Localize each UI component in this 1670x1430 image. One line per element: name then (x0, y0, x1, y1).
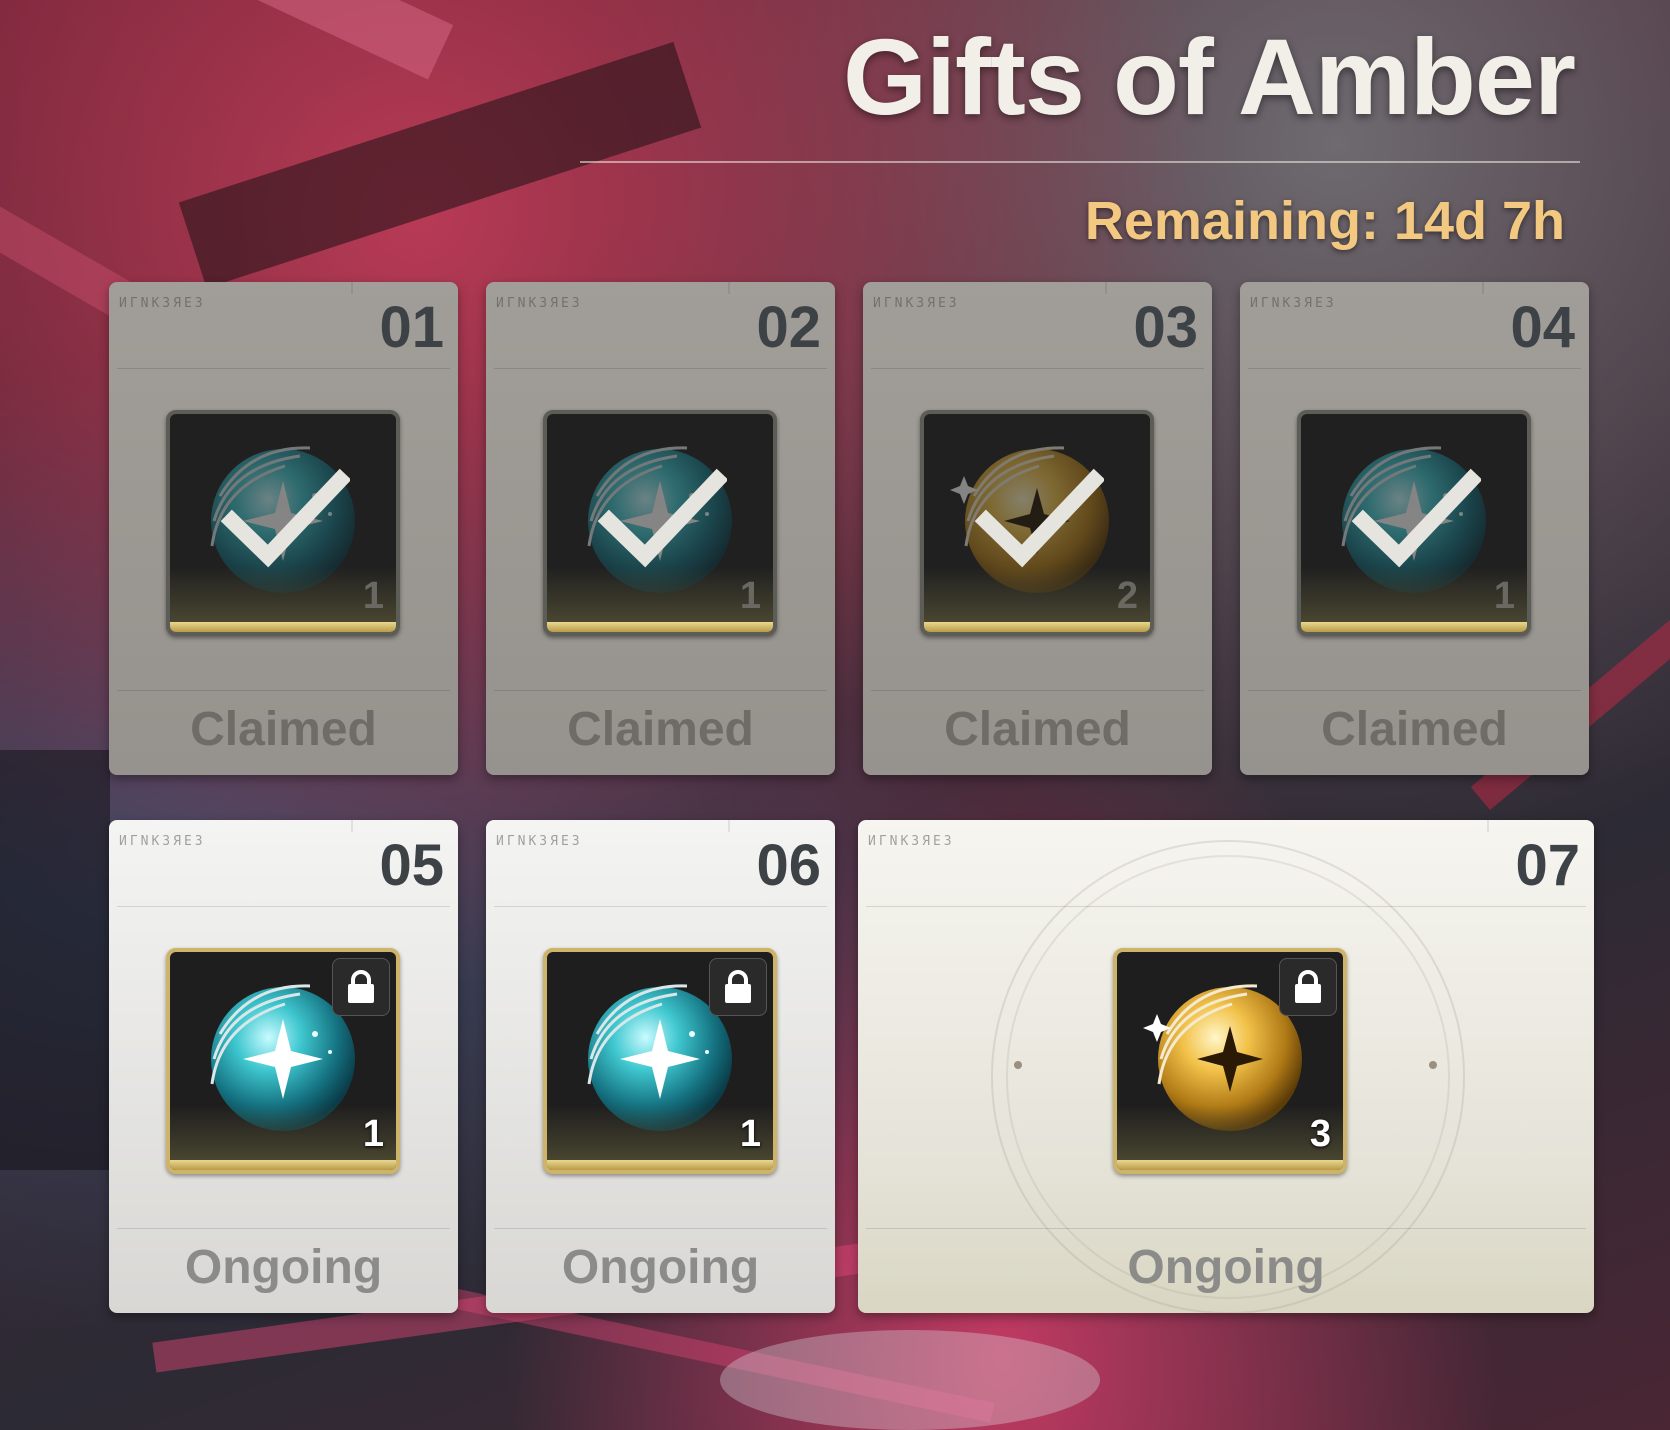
card-number: 05 (379, 833, 444, 898)
reward-slot[interactable]: 1 (543, 948, 777, 1174)
card-glyphs: ИГNКЗЯЕЗ (119, 296, 206, 311)
reward-card-04[interactable]: ИГNКЗЯЕЗ 04 1 Claimed (1240, 282, 1589, 775)
card-number: 03 (1133, 295, 1198, 360)
checkmark-icon (220, 468, 350, 568)
card-number: 06 (756, 833, 821, 898)
card-glyphs: ИГNКЗЯЕЗ (1250, 296, 1337, 311)
checkmark-icon (1351, 468, 1481, 568)
card-number: 01 (379, 295, 444, 360)
lock-icon (709, 958, 767, 1016)
card-status: Ongoing (1127, 1241, 1325, 1294)
reward-slot[interactable]: 2 (920, 410, 1154, 636)
reward-quantity: 1 (362, 1113, 384, 1155)
card-status: Ongoing (561, 1241, 760, 1294)
checkmark-icon (974, 468, 1104, 568)
checkmark-icon (597, 468, 727, 568)
reward-card-05[interactable]: ИГNКЗЯЕЗ 05 1 Ongoing (109, 820, 458, 1313)
reward-card-02[interactable]: ИГNКЗЯЕЗ 02 1 Claimed (486, 282, 835, 775)
reward-quantity: 1 (1493, 575, 1515, 617)
reward-slot[interactable]: 3 (1113, 948, 1347, 1174)
reward-quantity: 2 (1116, 575, 1138, 617)
card-number: 07 (1515, 833, 1580, 898)
card-number: 02 (756, 295, 821, 360)
card-glyphs: ИГNКЗЯЕЗ (119, 834, 206, 849)
reward-slot[interactable]: 1 (543, 410, 777, 636)
reward-slot[interactable]: 1 (166, 948, 400, 1174)
reward-slot[interactable]: 1 (1297, 410, 1531, 636)
reward-quantity: 1 (739, 575, 761, 617)
ring-dot (1014, 1061, 1022, 1069)
card-glyphs: ИГNКЗЯЕЗ (496, 834, 583, 849)
reward-slot[interactable]: 1 (166, 410, 400, 636)
card-glyphs: ИГNКЗЯЕЗ (868, 834, 955, 849)
card-glyphs: ИГNКЗЯЕЗ (496, 296, 583, 311)
card-status: Claimed (1321, 703, 1508, 756)
card-glyphs: ИГNКЗЯЕЗ (873, 296, 960, 311)
page-title: Gifts of Amber (842, 16, 1576, 137)
reward-card-07[interactable]: ИГNКЗЯЕЗ 07 3 Ongoing (858, 820, 1594, 1313)
reward-card-01[interactable]: ИГNКЗЯЕЗ 01 1 Claimed (109, 282, 458, 775)
lock-icon (332, 958, 390, 1016)
remaining-time: Remaining: 14d 7h (1084, 191, 1565, 251)
card-status: Claimed (944, 703, 1131, 756)
lock-icon (1279, 958, 1337, 1016)
card-status: Claimed (567, 703, 754, 756)
reward-quantity: 1 (362, 575, 384, 617)
reward-quantity: 3 (1309, 1113, 1331, 1155)
card-number: 04 (1510, 295, 1575, 360)
reward-card-06[interactable]: ИГNКЗЯЕЗ 06 1 Ongoing (486, 820, 835, 1313)
title-divider (580, 161, 1580, 163)
reward-quantity: 1 (739, 1113, 761, 1155)
ring-dot (1429, 1061, 1437, 1069)
card-status: Ongoing (184, 1241, 383, 1294)
card-status: Claimed (190, 703, 377, 756)
reward-card-03[interactable]: ИГNКЗЯЕЗ 03 2 Claimed (863, 282, 1212, 775)
